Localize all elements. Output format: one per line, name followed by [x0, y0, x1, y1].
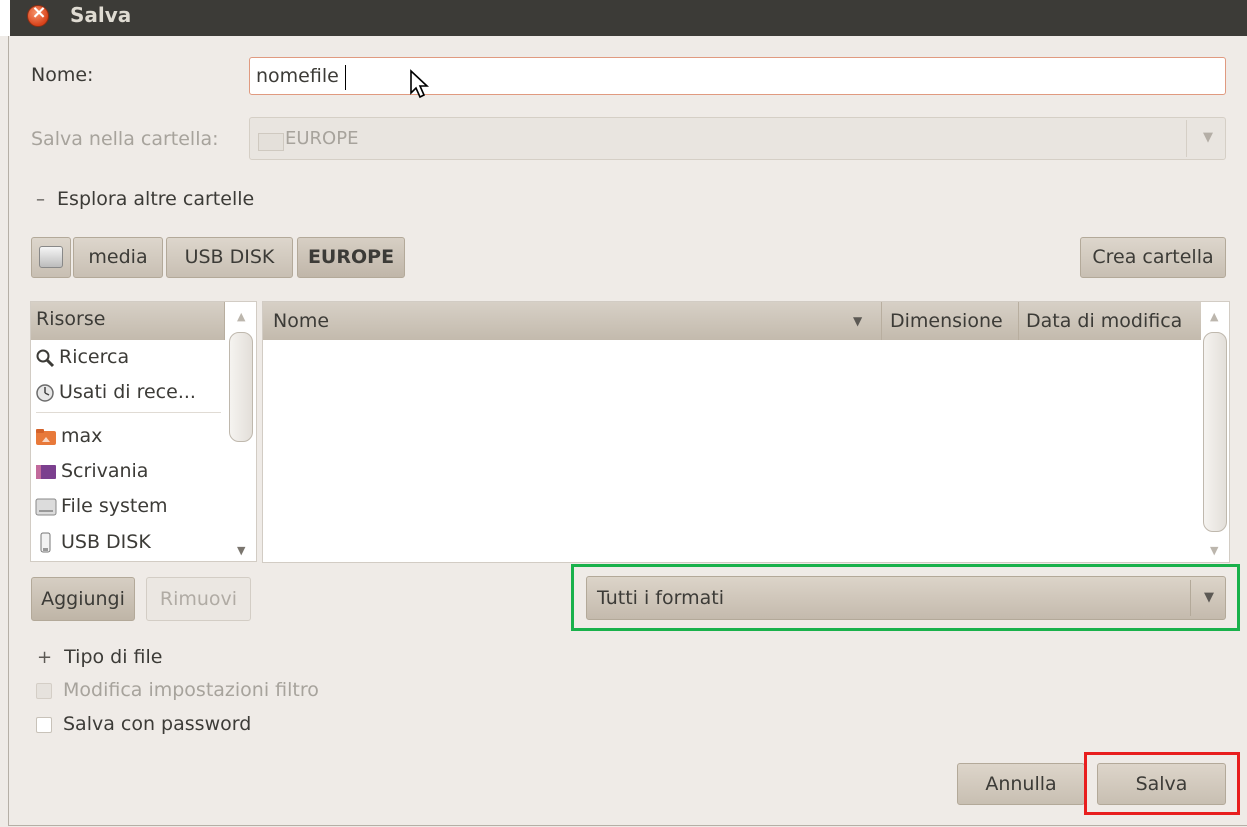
- edit-filter-checkbox[interactable]: [36, 683, 52, 699]
- home-folder-icon: [36, 428, 56, 445]
- path-button-usb-disk[interactable]: USB DISK: [166, 237, 293, 278]
- scroll-up-icon: ▲: [237, 310, 246, 323]
- places-separator: [36, 412, 221, 413]
- cancel-button[interactable]: Annulla: [957, 763, 1085, 805]
- scroll-down-icon: ▼: [237, 544, 246, 557]
- place-label: File system: [61, 495, 168, 517]
- column-header-name[interactable]: Nome: [273, 302, 329, 340]
- path-button-europe[interactable]: EUROPE: [297, 237, 405, 278]
- places-scroll-thumb[interactable]: [229, 332, 253, 442]
- file-type-expander[interactable]: + Tipo di file: [37, 646, 162, 668]
- column-header-size[interactable]: Dimensione: [890, 302, 1003, 340]
- file-list-pane: Nome ▼ Dimensione Data di modifica ▲ ▼: [262, 301, 1230, 563]
- chevron-down-icon: ▼: [1203, 130, 1213, 145]
- chevron-down-icon: ▼: [1204, 590, 1214, 605]
- file-list-scroll-thumb[interactable]: [1203, 332, 1227, 532]
- create-folder-button[interactable]: Crea cartella: [1080, 237, 1226, 278]
- places-header[interactable]: Risorse: [31, 302, 225, 340]
- place-label: USB DISK: [61, 531, 151, 553]
- place-item-usb-disk[interactable]: USB DISK: [35, 526, 151, 558]
- places-scrollbar[interactable]: ▲ ▼: [228, 302, 256, 561]
- filter-value: Tutti i formati: [597, 587, 724, 609]
- file-type-label: Tipo di file: [64, 646, 163, 668]
- column-header-modified[interactable]: Data di modifica: [1026, 302, 1182, 340]
- place-label: max: [61, 425, 103, 447]
- collapse-icon: –: [36, 189, 45, 210]
- place-item-home[interactable]: max: [35, 420, 102, 452]
- place-item-filesystem[interactable]: File system: [35, 490, 168, 522]
- usb-drive-icon: [40, 532, 51, 552]
- scroll-up-icon: ▲: [1210, 310, 1219, 323]
- path-button-media[interactable]: media: [73, 237, 163, 278]
- folder-value: EUROPE: [285, 128, 359, 149]
- password-checkbox[interactable]: [36, 717, 52, 733]
- desktop-icon: [36, 464, 56, 479]
- search-icon: [36, 349, 55, 367]
- browse-expander[interactable]: – Esplora altre cartelle: [36, 188, 254, 210]
- text-caret: [345, 65, 346, 90]
- save-button[interactable]: Salva: [1097, 763, 1226, 805]
- mouse-pointer-icon: [410, 69, 430, 99]
- name-label: Nome:: [31, 64, 94, 86]
- edit-filter-label: Modifica impostazioni filtro: [63, 679, 319, 701]
- filename-input[interactable]: [249, 57, 1226, 95]
- place-item-desktop[interactable]: Scrivania: [35, 455, 148, 487]
- title-bar: [0, 0, 1247, 36]
- place-item-recent[interactable]: Usati di rece...: [35, 376, 196, 408]
- place-label: Usati di rece...: [59, 381, 196, 403]
- add-place-button[interactable]: Aggiungi: [31, 577, 135, 621]
- drive-icon: [39, 246, 63, 268]
- harddisk-icon: [35, 498, 57, 515]
- place-label: Scrivania: [61, 460, 149, 482]
- file-list-scrollbar[interactable]: ▲ ▼: [1201, 302, 1229, 562]
- place-label: Ricerca: [59, 346, 130, 368]
- place-item-search[interactable]: Ricerca: [35, 341, 129, 373]
- expand-icon: +: [37, 647, 53, 668]
- scroll-down-icon: ▼: [1210, 544, 1219, 557]
- places-pane: Risorse Ricerca Usati di rece... max Scr…: [30, 301, 257, 562]
- recent-icon: [36, 383, 54, 402]
- close-window-button[interactable]: [27, 2, 50, 27]
- browse-expander-label: Esplora altre cartelle: [57, 188, 255, 210]
- window-title: Salva: [70, 3, 132, 27]
- file-list-header: Nome ▼ Dimensione Data di modifica: [263, 302, 1201, 340]
- remove-place-button[interactable]: Rimuovi: [146, 577, 251, 621]
- folder-icon: [258, 133, 284, 151]
- sort-arrow-icon: ▼: [853, 314, 863, 328]
- file-filter-dropdown[interactable]: Tutti i formati ▼: [586, 576, 1226, 620]
- path-root-button[interactable]: [31, 237, 71, 278]
- folder-dropdown[interactable]: EUROPE ▼: [249, 117, 1226, 160]
- password-label: Salva con password: [63, 713, 252, 735]
- folder-label: Salva nella cartella:: [31, 128, 219, 150]
